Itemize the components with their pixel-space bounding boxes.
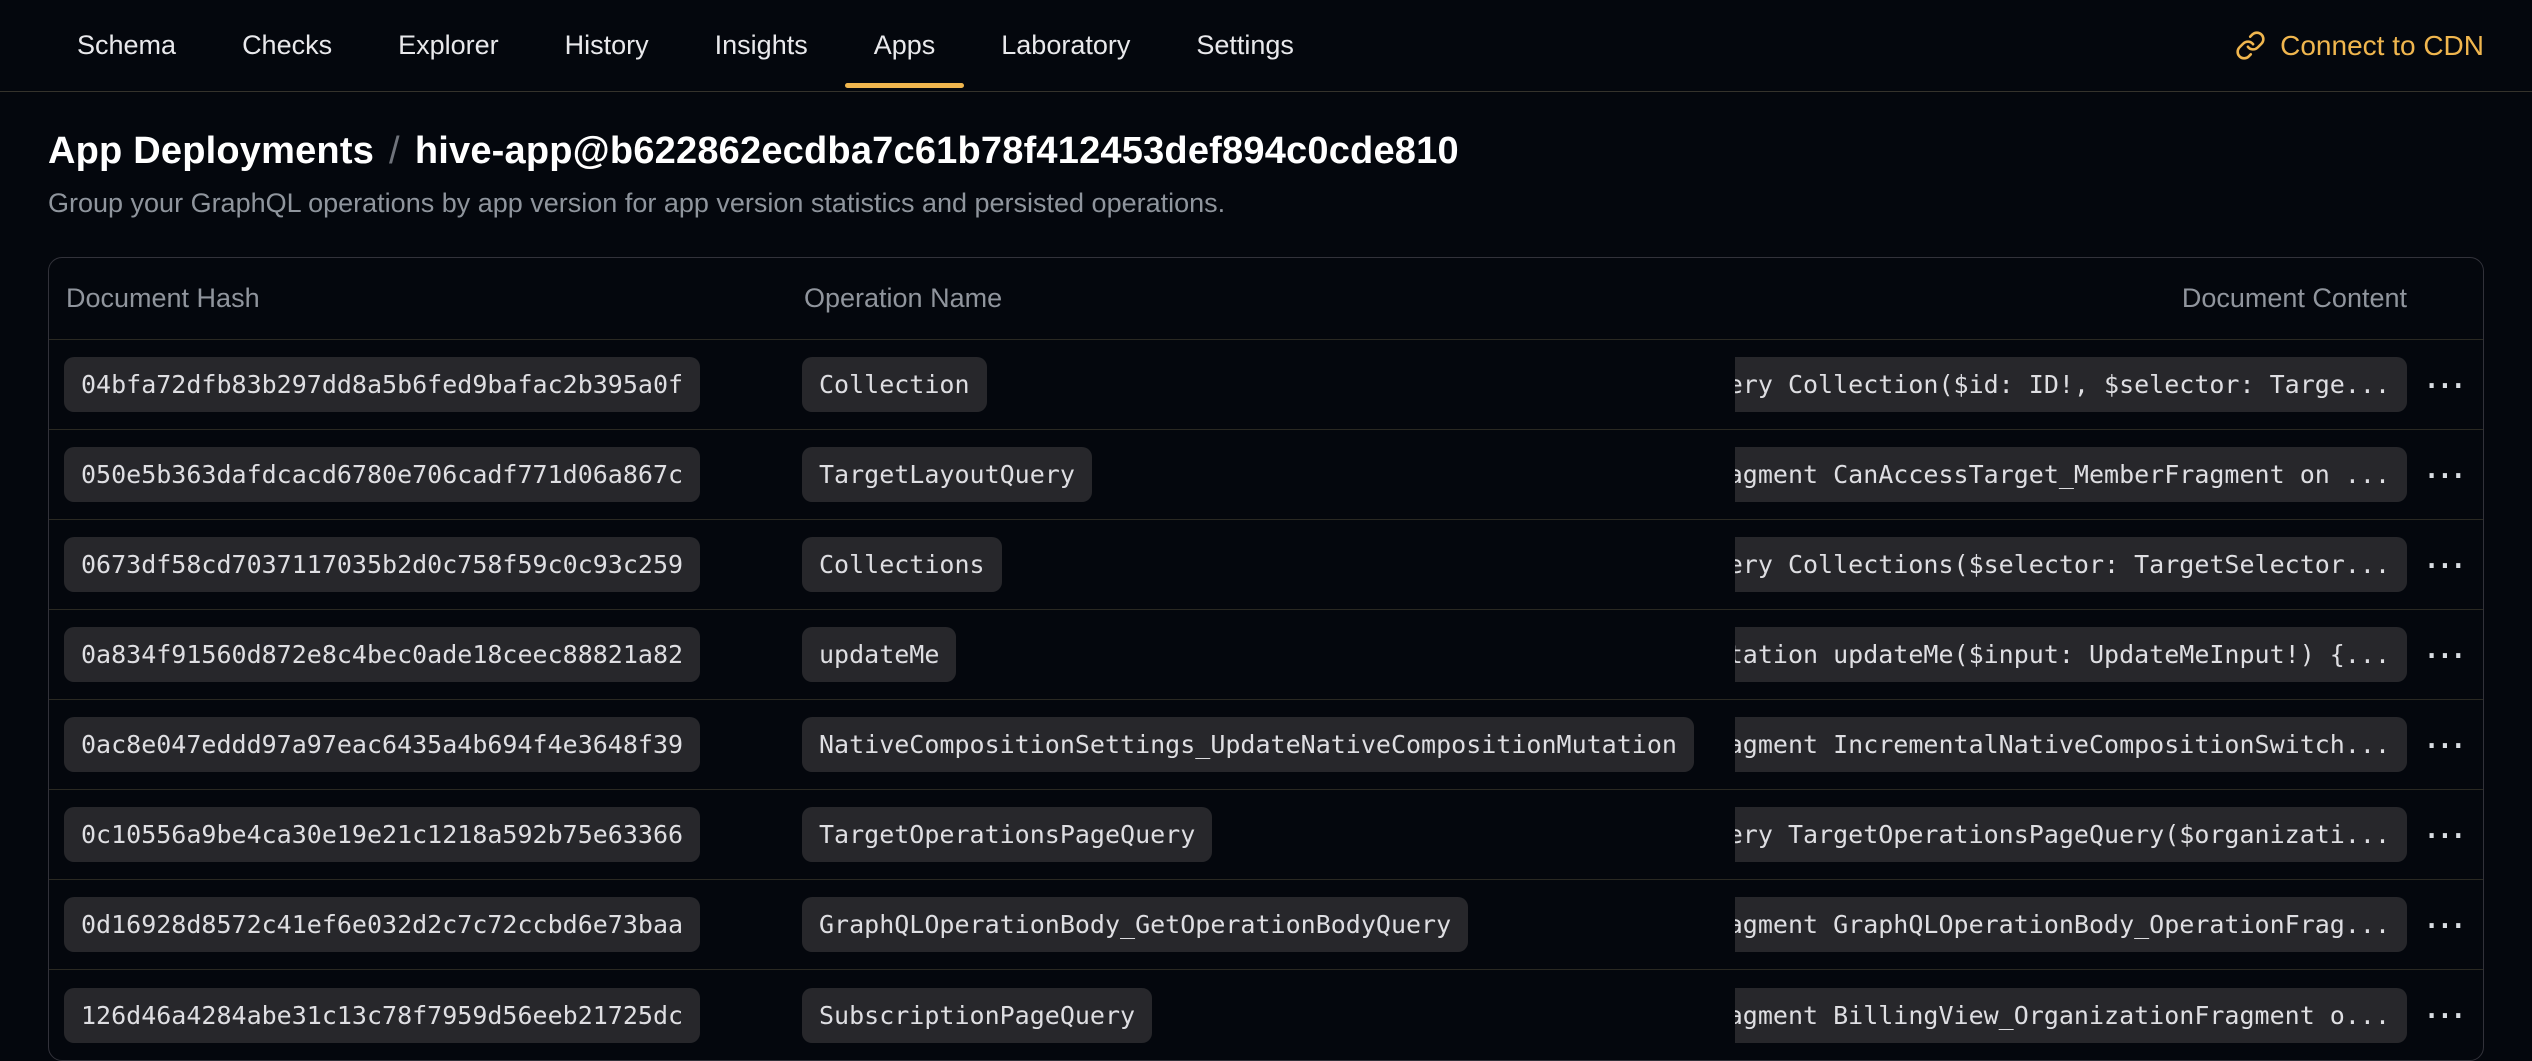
document-hash-badge: 126d46a4284abe31c13c78f7959d56eeb21725dc — [64, 988, 700, 1043]
column-header-operation-name: Operation Name — [787, 283, 1735, 314]
row-menu-button[interactable]: ⋯ — [2419, 905, 2471, 945]
table-row: 0c10556a9be4ca30e19e21c1218a592b75e63366… — [49, 790, 2483, 880]
operation-name-badge: NativeCompositionSettings_UpdateNativeCo… — [802, 717, 1694, 772]
row-menu-button[interactable]: ⋯ — [2419, 635, 2471, 675]
table-row: 0673df58cd7037117035b2d0c758f59c0c93c259… — [49, 520, 2483, 610]
operation-name-badge: TargetLayoutQuery — [802, 447, 1092, 502]
page-subtitle: Group your GraphQL operations by app ver… — [48, 188, 2484, 219]
connect-to-cdn-button[interactable]: Connect to CDN — [2229, 0, 2490, 91]
document-content-badge: mutation updateMe($input: UpdateMeInput!… — [1735, 627, 2407, 682]
nav-tab-label: Laboratory — [1001, 30, 1130, 61]
column-header-document-hash: Document Hash — [49, 283, 787, 314]
deployments-table: Document Hash Operation Name Document Co… — [48, 257, 2484, 1061]
row-menu-button[interactable]: ⋯ — [2419, 725, 2471, 765]
nav-tab-label: Settings — [1196, 30, 1294, 61]
table-row: 126d46a4284abe31c13c78f7959d56eeb21725dc… — [49, 970, 2483, 1060]
row-menu-button[interactable]: ⋯ — [2419, 815, 2471, 855]
nav-tab-label: Apps — [874, 30, 936, 61]
document-content-badge: query Collection($id: ID!, $selector: Ta… — [1735, 357, 2407, 412]
table-row: 0ac8e047eddd97a97eac6435a4b694f4e3648f39… — [49, 700, 2483, 790]
row-menu-button[interactable]: ⋯ — [2419, 995, 2471, 1035]
document-content-badge: fragment IncrementalNativeCompositionSwi… — [1735, 717, 2407, 772]
nav-tabs: Schema Checks Explorer History Insights … — [44, 0, 1327, 91]
nav-tab-apps[interactable]: Apps — [841, 0, 969, 91]
document-hash-badge: 0d16928d8572c41ef6e032d2c7c72ccbd6e73baa — [64, 897, 700, 952]
nav-tab-label: Checks — [242, 30, 332, 61]
page-title: App Deployments / hive-app@b622862ecdba7… — [48, 130, 2484, 173]
nav-tab-history[interactable]: History — [532, 0, 682, 91]
document-hash-badge: 0c10556a9be4ca30e19e21c1218a592b75e63366 — [64, 807, 700, 862]
nav-tab-insights[interactable]: Insights — [682, 0, 841, 91]
nav-tab-label: Insights — [715, 30, 808, 61]
operation-name-badge: TargetOperationsPageQuery — [802, 807, 1212, 862]
active-tab-indicator — [845, 83, 965, 88]
operation-name-badge: Collection — [802, 357, 987, 412]
table-row: 0d16928d8572c41ef6e032d2c7c72ccbd6e73baa… — [49, 880, 2483, 970]
row-menu-button[interactable]: ⋯ — [2419, 455, 2471, 495]
document-content-badge: fragment CanAccessTarget_MemberFragment … — [1735, 447, 2407, 502]
table-row: 0a834f91560d872e8c4bec0ade18ceec88821a82… — [49, 610, 2483, 700]
operation-name-badge: Collections — [802, 537, 1002, 592]
nav-tab-schema[interactable]: Schema — [44, 0, 209, 91]
table-row: 050e5b363dafdcacd6780e706cadf771d06a867c… — [49, 430, 2483, 520]
nav-tab-label: Schema — [77, 30, 176, 61]
top-nav: Schema Checks Explorer History Insights … — [0, 0, 2532, 92]
document-content-badge: query Collections($selector: TargetSelec… — [1735, 537, 2407, 592]
document-content-badge: fragment BillingView_OrganizationFragmen… — [1735, 988, 2407, 1043]
document-hash-badge: 0ac8e047eddd97a97eac6435a4b694f4e3648f39 — [64, 717, 700, 772]
table-body: 04bfa72dfb83b297dd8a5b6fed9bafac2b395a0f… — [49, 340, 2483, 1060]
row-menu-button[interactable]: ⋯ — [2419, 545, 2471, 585]
breadcrumb-current: hive-app@b622862ecdba7c61b78f412453def89… — [415, 130, 1459, 173]
document-hash-badge: 0a834f91560d872e8c4bec0ade18ceec88821a82 — [64, 627, 700, 682]
connect-to-cdn-label: Connect to CDN — [2280, 30, 2484, 62]
operation-name-badge: GraphQLOperationBody_GetOperationBodyQue… — [802, 897, 1468, 952]
nav-tab-label: History — [565, 30, 649, 61]
table-row: 04bfa72dfb83b297dd8a5b6fed9bafac2b395a0f… — [49, 340, 2483, 430]
main-content: App Deployments / hive-app@b622862ecdba7… — [0, 130, 2532, 1061]
nav-tab-settings[interactable]: Settings — [1163, 0, 1327, 91]
link-icon — [2235, 30, 2266, 61]
nav-tab-laboratory[interactable]: Laboratory — [968, 0, 1163, 91]
table-header-row: Document Hash Operation Name Document Co… — [49, 258, 2483, 340]
operation-name-badge: SubscriptionPageQuery — [802, 988, 1152, 1043]
document-hash-badge: 0673df58cd7037117035b2d0c758f59c0c93c259 — [64, 537, 700, 592]
document-hash-badge: 04bfa72dfb83b297dd8a5b6fed9bafac2b395a0f — [64, 357, 700, 412]
document-content-badge: fragment GraphQLOperationBody_OperationF… — [1735, 897, 2407, 952]
row-menu-button[interactable]: ⋯ — [2419, 365, 2471, 405]
document-content-badge: query TargetOperationsPageQuery($organiz… — [1735, 807, 2407, 862]
operation-name-badge: updateMe — [802, 627, 956, 682]
breadcrumb-separator: / — [389, 130, 400, 173]
document-hash-badge: 050e5b363dafdcacd6780e706cadf771d06a867c — [64, 447, 700, 502]
nav-tab-checks[interactable]: Checks — [209, 0, 365, 91]
breadcrumb-root[interactable]: App Deployments — [48, 130, 374, 173]
nav-tab-explorer[interactable]: Explorer — [365, 0, 532, 91]
column-header-document-content: Document Content — [1735, 283, 2407, 314]
nav-tab-label: Explorer — [398, 30, 499, 61]
